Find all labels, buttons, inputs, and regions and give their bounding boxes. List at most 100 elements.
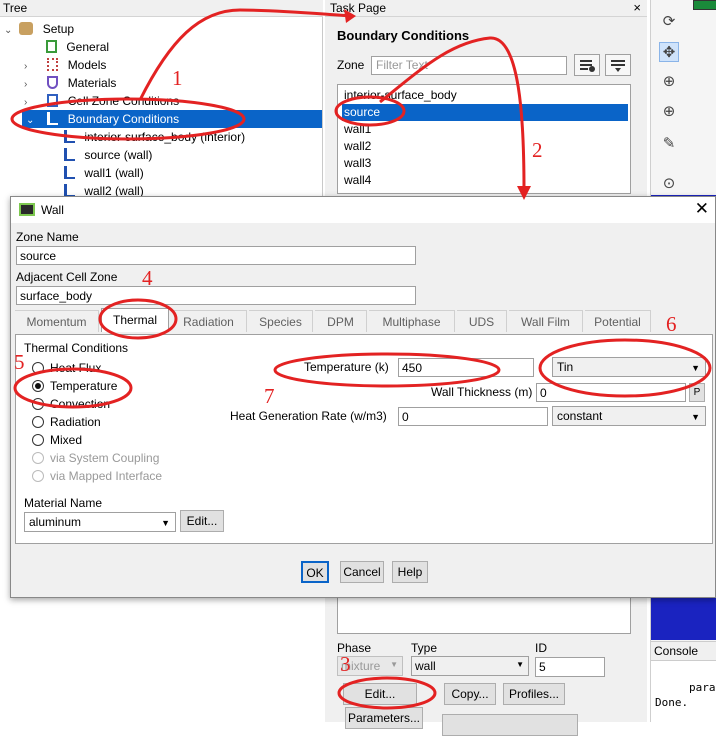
models-icon	[47, 58, 59, 71]
fluent-app-icon	[19, 203, 35, 216]
mapped-interface-radio	[32, 470, 44, 482]
cancel-button[interactable]: Cancel	[340, 561, 384, 583]
chevron-down-icon[interactable]: ⌄	[4, 22, 16, 40]
id-field[interactable]: 5	[535, 657, 605, 677]
profiles-button[interactable]: Profiles...	[503, 683, 565, 705]
annotation-number: 5	[14, 350, 25, 374]
close-icon[interactable]: ×	[633, 0, 641, 16]
tab-multiphase[interactable]: Multiphase	[369, 310, 455, 332]
material-name-label: Material Name	[24, 496, 103, 510]
filter-options-button[interactable]	[574, 54, 600, 76]
annotation-number: 3	[340, 652, 351, 676]
tree-item-boundary-conditions[interactable]: ⌄ Boundary Conditions	[22, 110, 322, 128]
pan-icon[interactable]: ✥	[659, 42, 679, 62]
wall-thickness-field[interactable]: 0	[536, 383, 686, 402]
list-menu-icon	[611, 60, 625, 72]
operating-conditions-button[interactable]	[442, 714, 578, 736]
tree-item-general[interactable]: General	[46, 38, 109, 56]
heat-flux-radio[interactable]	[32, 362, 44, 374]
zoom-in-icon[interactable]: ⊕	[659, 102, 679, 122]
heat-generation-field[interactable]: 0	[398, 407, 548, 426]
zoom-fit-icon[interactable]: ⊕	[659, 72, 679, 92]
zoom-box-icon[interactable]: ⊙	[659, 174, 679, 194]
zone-name-label: Zone Name	[16, 230, 79, 244]
id-label: ID	[535, 641, 547, 655]
temperature-profile-select[interactable]: Tin ▼	[552, 357, 706, 377]
tab-radiation[interactable]: Radiation	[171, 310, 247, 332]
chevron-down-icon[interactable]: ⌄	[26, 112, 38, 130]
console-line: Done.	[655, 696, 689, 709]
zone-name-field[interactable]: source	[16, 246, 416, 265]
list-item[interactable]: wall3	[342, 155, 628, 172]
list-item[interactable]: interior-surface_body	[342, 87, 628, 104]
tree-item-cell-zone-conditions[interactable]: › Cell Zone Conditions	[24, 92, 179, 110]
tree-header: Tree	[0, 0, 323, 17]
temperature-field[interactable]: 450	[398, 358, 534, 377]
material-select[interactable]: aluminum ▼	[24, 512, 176, 532]
list-options-button[interactable]	[605, 54, 631, 76]
zone-list[interactable]: interior-surface_body source wall1 wall2…	[337, 84, 631, 194]
tree-item-interior[interactable]: interior-surface_body (interior)	[64, 128, 245, 146]
tab-potential[interactable]: Potential	[585, 310, 651, 332]
parameters-button[interactable]: Parameters...	[345, 707, 423, 729]
tree-item-source[interactable]: source (wall)	[64, 146, 152, 164]
tree-item-wall1[interactable]: wall1 (wall)	[64, 164, 144, 182]
type-label: Type	[411, 641, 438, 655]
heat-generation-profile-select[interactable]: constant ▼	[552, 406, 706, 426]
list-item[interactable]: wall2	[342, 138, 628, 155]
tab-momentum[interactable]: Momentum	[15, 310, 99, 332]
tree-item-materials[interactable]: › Materials	[24, 74, 116, 92]
annotation-number: 7	[264, 384, 275, 408]
boundary-item-icon	[64, 166, 75, 179]
page-title: Boundary Conditions	[337, 28, 470, 43]
tab-dpm[interactable]: DPM	[315, 310, 367, 332]
mapped-interface-label: via Mapped Interface	[50, 469, 163, 483]
graphics-thumb-icon	[693, 0, 716, 10]
tab-species[interactable]: Species	[249, 310, 313, 332]
tab-uds[interactable]: UDS	[457, 310, 507, 332]
ok-button[interactable]: OK	[301, 561, 329, 583]
edit-button[interactable]: Edit...	[343, 683, 417, 705]
wall-dialog: Wall ✕ Zone Name source Adjacent Cell Zo…	[10, 196, 716, 598]
general-icon	[46, 40, 57, 53]
heat-generation-label: Heat Generation Rate (w/m3)	[230, 409, 387, 423]
convection-radio[interactable]	[32, 398, 44, 410]
chevron-down-icon: ▼	[161, 518, 170, 528]
tree-item-models[interactable]: › Models	[24, 56, 106, 74]
convection-label: Convection	[50, 397, 111, 411]
adjacent-cell-zone-field: surface_body	[16, 286, 416, 305]
chevron-down-icon: ▼	[516, 660, 524, 669]
material-edit-button[interactable]: Edit...	[180, 510, 224, 532]
cell-zone-icon	[47, 94, 59, 107]
copy-button[interactable]: Copy...	[444, 683, 496, 705]
annotation-number: 2	[532, 138, 543, 162]
zone-label: Zone	[337, 58, 365, 72]
list-filter-icon	[580, 60, 595, 72]
mixed-label: Mixed	[50, 433, 83, 447]
rotate-icon[interactable]: ⟳	[659, 12, 679, 32]
zone-filter-input[interactable]: Filter Text	[371, 56, 567, 75]
radiation-radio[interactable]	[32, 416, 44, 428]
tab-thermal[interactable]: Thermal	[101, 308, 169, 332]
tree-item-setup[interactable]: ⌄ Setup	[4, 20, 74, 38]
tab-wall-film[interactable]: Wall Film	[509, 310, 583, 332]
boundary-item-icon	[64, 148, 75, 161]
thermal-conditions-label: Thermal Conditions	[24, 341, 129, 355]
list-item-selected[interactable]: source	[342, 104, 628, 121]
list-item[interactable]: wall4	[342, 172, 628, 189]
materials-icon	[47, 76, 59, 89]
setup-icon	[19, 22, 34, 35]
list-item[interactable]: wall1	[342, 121, 628, 138]
parameter-button[interactable]: P	[689, 383, 705, 402]
annotation-number: 1	[172, 66, 183, 90]
zone-list-lower[interactable]	[337, 598, 631, 634]
type-select[interactable]: wall ▼	[411, 656, 529, 676]
system-coupling-label: via System Coupling	[50, 451, 160, 465]
mixed-radio[interactable]	[32, 434, 44, 446]
console-output[interactable]: para Done.	[651, 661, 716, 722]
probe-icon[interactable]: ✎	[659, 134, 679, 154]
close-icon[interactable]: ✕	[695, 199, 709, 219]
help-button[interactable]: Help	[392, 561, 428, 583]
temperature-radio[interactable]	[32, 380, 44, 392]
chevron-down-icon: ▼	[691, 363, 700, 373]
